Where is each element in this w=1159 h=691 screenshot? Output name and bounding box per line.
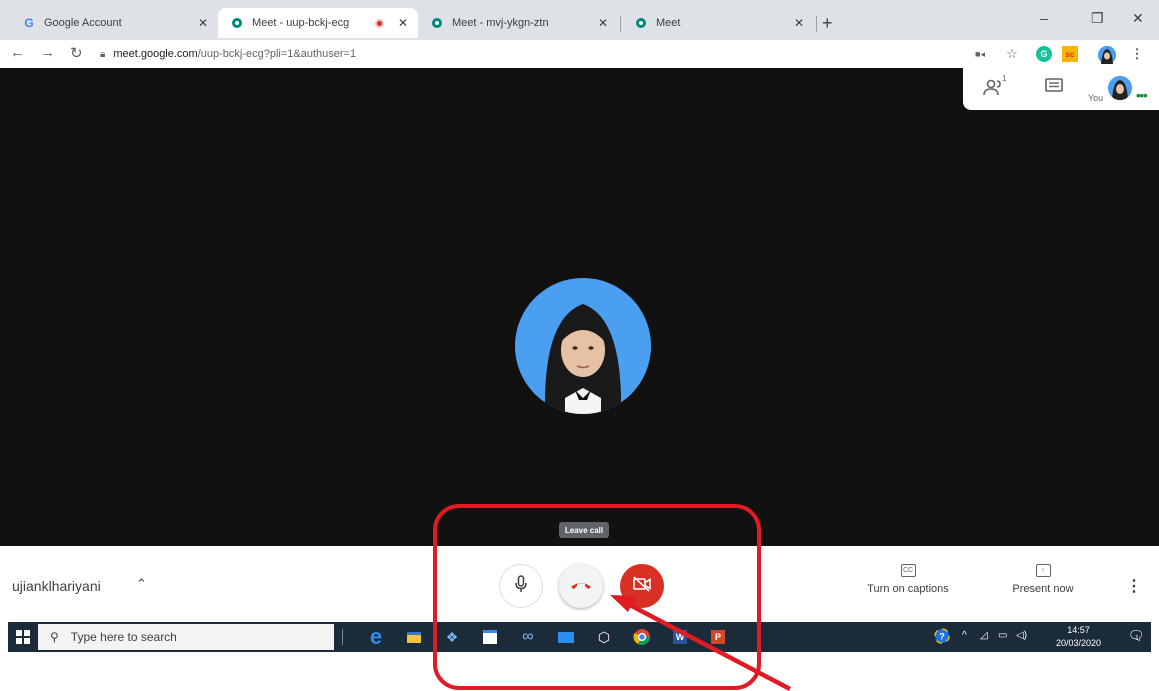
- captions-label: Turn on captions: [867, 583, 949, 595]
- turn-on-captions-button[interactable]: CC Turn on captions: [866, 564, 950, 595]
- clock-time: 14:57: [1067, 625, 1090, 635]
- tray-chevron-up-icon[interactable]: ^: [962, 630, 967, 641]
- minimize-button[interactable]: –: [1040, 10, 1048, 26]
- star-icon[interactable]: ☆: [1004, 46, 1020, 62]
- tab-meet[interactable]: Meet ✕: [622, 8, 814, 38]
- address-bar[interactable]: 🔒︎ meet.google.com/uup-bckj-ecg?pli=1&au…: [100, 43, 960, 65]
- participant-count: 1: [1002, 74, 1007, 83]
- file-explorer-icon[interactable]: [404, 627, 424, 647]
- present-upload-icon: ↑: [1035, 564, 1051, 577]
- tab-meet-mvj-ykgn-ztn[interactable]: Meet - mvj-ykgn-ztn ✕: [418, 8, 618, 38]
- meet-top-right-panel: 1 You •••: [963, 68, 1159, 110]
- grammarly-icon[interactable]: G: [1036, 46, 1052, 62]
- tab-close-icon[interactable]: ✕: [794, 16, 804, 30]
- new-tab-button[interactable]: +: [822, 13, 833, 34]
- chat-icon[interactable]: [1045, 78, 1063, 99]
- tab-separator: [620, 16, 621, 32]
- chevron-up-icon[interactable]: ⌃: [136, 576, 147, 592]
- tab-title: Meet - uup-bckj-ecg: [252, 17, 350, 29]
- participant-avatar: [515, 278, 651, 414]
- tab-close-icon[interactable]: ✕: [598, 16, 608, 30]
- more-options-icon[interactable]: •••: [1136, 88, 1148, 103]
- meet-icon: [430, 16, 444, 30]
- present-label: Present now: [1012, 583, 1074, 595]
- browser-tab-strip: G Google Account ✕ Meet - uup-bckj-ecg ✕…: [0, 0, 1159, 44]
- camera-icon[interactable]: ■◂: [972, 46, 988, 62]
- tab-close-icon[interactable]: ✕: [398, 16, 408, 30]
- tab-meet-uup-bckj-ecg[interactable]: Meet - uup-bckj-ecg ✕: [218, 8, 418, 38]
- search-icon: ⚲: [50, 630, 59, 644]
- lock-icon: 🔒︎: [100, 48, 106, 60]
- url-path: /uup-bckj-ecg?pli=1&authuser=1: [197, 48, 357, 60]
- wifi-icon[interactable]: ◿: [980, 630, 988, 641]
- browser-toolbar: ← → ↻ 🔒︎ meet.google.com/uup-bckj-ecg?pl…: [0, 40, 1159, 68]
- task-view-divider: [340, 627, 344, 647]
- tab-close-icon[interactable]: ✕: [198, 16, 208, 30]
- volume-icon[interactable]: ◁): [1016, 630, 1027, 641]
- taskbar-clock[interactable]: 14:57 20/03/2020: [1056, 624, 1101, 650]
- notification-count: 1: [1135, 635, 1139, 642]
- meet-stage: 1 You •••: [0, 68, 1159, 546]
- windows-start-icon[interactable]: [16, 630, 30, 644]
- tab-title: Google Account: [44, 17, 122, 29]
- sc-extension-icon[interactable]: sc: [1062, 46, 1078, 62]
- forward-arrow-icon[interactable]: →: [40, 44, 55, 61]
- url-domain: meet.google.com: [113, 48, 198, 60]
- present-now-button[interactable]: ↑ Present now: [1010, 564, 1076, 595]
- meeting-name[interactable]: ujianklhariyani: [12, 578, 101, 594]
- back-arrow-icon[interactable]: ←: [10, 44, 25, 61]
- search-placeholder: Type here to search: [70, 630, 177, 644]
- tab-google-account[interactable]: G Google Account ✕: [10, 8, 218, 38]
- close-window-button[interactable]: ✕: [1132, 10, 1144, 27]
- clock-date: 20/03/2020: [1056, 638, 1102, 648]
- tab-title: Meet - mvj-ykgn-ztn: [452, 17, 549, 29]
- taskbar-search-input[interactable]: ⚲ Type here to search: [38, 624, 334, 650]
- reload-icon[interactable]: ↻: [70, 44, 83, 62]
- profile-avatar[interactable]: [1098, 46, 1116, 64]
- tab-title: Meet: [656, 17, 681, 29]
- maximize-button[interactable]: ❐: [1091, 10, 1104, 27]
- more-options-kebab-icon[interactable]: ⋮: [1126, 576, 1142, 596]
- closed-captions-icon: CC: [900, 564, 916, 577]
- self-view-label: You: [1088, 93, 1104, 103]
- battery-icon[interactable]: ▭: [998, 630, 1007, 641]
- meet-icon: [634, 16, 648, 30]
- tab-separator: [816, 16, 817, 32]
- edge-icon[interactable]: e: [366, 624, 386, 649]
- self-view-thumbnail[interactable]: [1108, 76, 1132, 100]
- recording-indicator-icon: [374, 18, 384, 28]
- google-g-icon: G: [24, 16, 34, 30]
- help-question-icon[interactable]: ?: [934, 628, 950, 647]
- chrome-menu-icon[interactable]: ⋮: [1131, 46, 1144, 62]
- annotation-highlight-box: [433, 504, 761, 690]
- meet-icon: [230, 16, 244, 30]
- svg-text:?: ?: [939, 632, 945, 642]
